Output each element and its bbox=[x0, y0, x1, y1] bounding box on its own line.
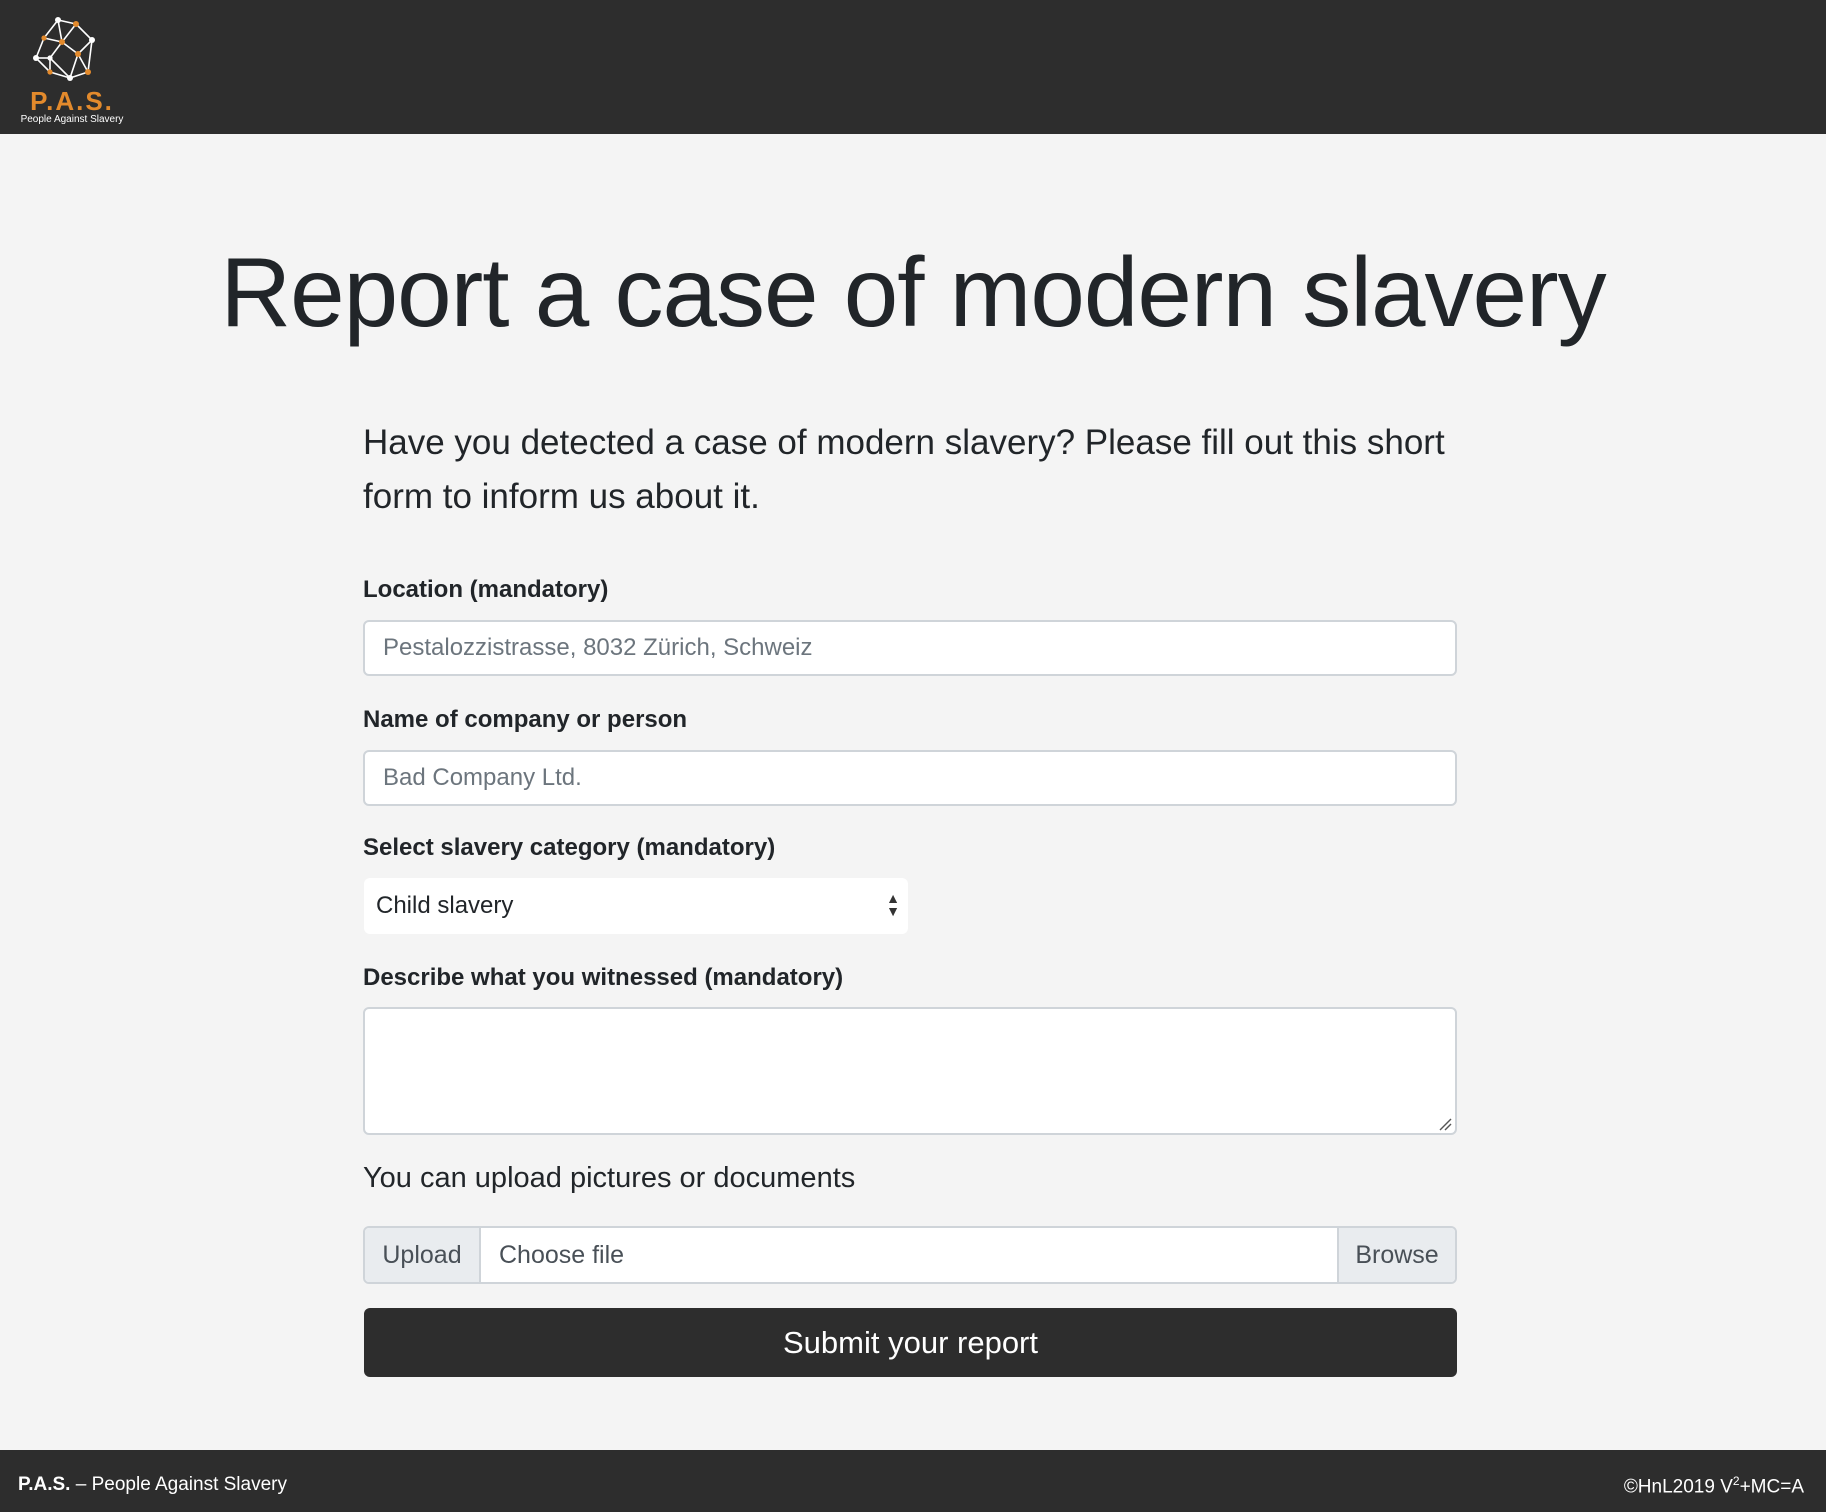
copyright-prefix: ©HnL2019 V bbox=[1623, 1476, 1733, 1498]
footer-brand-abbr: P.A.S. bbox=[18, 1474, 71, 1495]
file-upload-group[interactable]: Upload Choose file Browse bbox=[363, 1226, 1457, 1284]
intro-text: Have you detected a case of modern slave… bbox=[363, 423, 1445, 516]
copyright-suffix: +MC=A bbox=[1739, 1476, 1804, 1498]
upload-note: You can upload pictures or documents bbox=[363, 1162, 856, 1194]
category-selected-value: Child slavery bbox=[376, 892, 514, 919]
footer: P.A.S. – People Against Slavery ©HnL2019… bbox=[0, 1450, 1826, 1512]
pas-logo[interactable]: P.A.S. People Against Slavery bbox=[18, 12, 126, 128]
footer-copyright: ©HnL2019 V2+MC=A bbox=[1624, 1474, 1804, 1498]
location-input[interactable] bbox=[363, 620, 1457, 676]
logo-full-name: People Against Slavery bbox=[20, 114, 124, 125]
category-label: Select slavery category (mandatory) bbox=[363, 834, 776, 861]
location-label: Location (mandatory) bbox=[363, 576, 609, 603]
description-textarea[interactable] bbox=[363, 1007, 1457, 1135]
file-chooser[interactable]: Choose file bbox=[481, 1228, 1337, 1282]
company-label: Name of company or person bbox=[363, 706, 688, 733]
description-label: Describe what you witnessed (mandatory) bbox=[363, 964, 844, 991]
network-logo-icon bbox=[33, 17, 95, 81]
upload-prepend-label: Upload bbox=[365, 1228, 481, 1282]
logo-abbreviation: P.A.S. bbox=[30, 86, 114, 116]
submit-report-button[interactable]: Submit your report bbox=[364, 1308, 1457, 1377]
select-arrows-icon: ▲ ▼ bbox=[886, 890, 900, 919]
browse-button[interactable]: Browse bbox=[1337, 1228, 1455, 1282]
category-select[interactable]: Child slavery ▲ ▼ bbox=[364, 878, 908, 934]
company-input[interactable] bbox=[363, 750, 1457, 806]
footer-tagline: – People Against Slavery bbox=[70, 1474, 287, 1495]
footer-brand: P.A.S. – People Against Slavery bbox=[18, 1474, 287, 1496]
page-title: Report a case of modern slavery bbox=[220, 237, 1606, 347]
top-navbar: P.A.S. People Against Slavery bbox=[0, 0, 1826, 134]
resize-grip-icon[interactable] bbox=[1438, 1117, 1452, 1131]
copyright-superscript: 2 bbox=[1732, 1474, 1740, 1488]
